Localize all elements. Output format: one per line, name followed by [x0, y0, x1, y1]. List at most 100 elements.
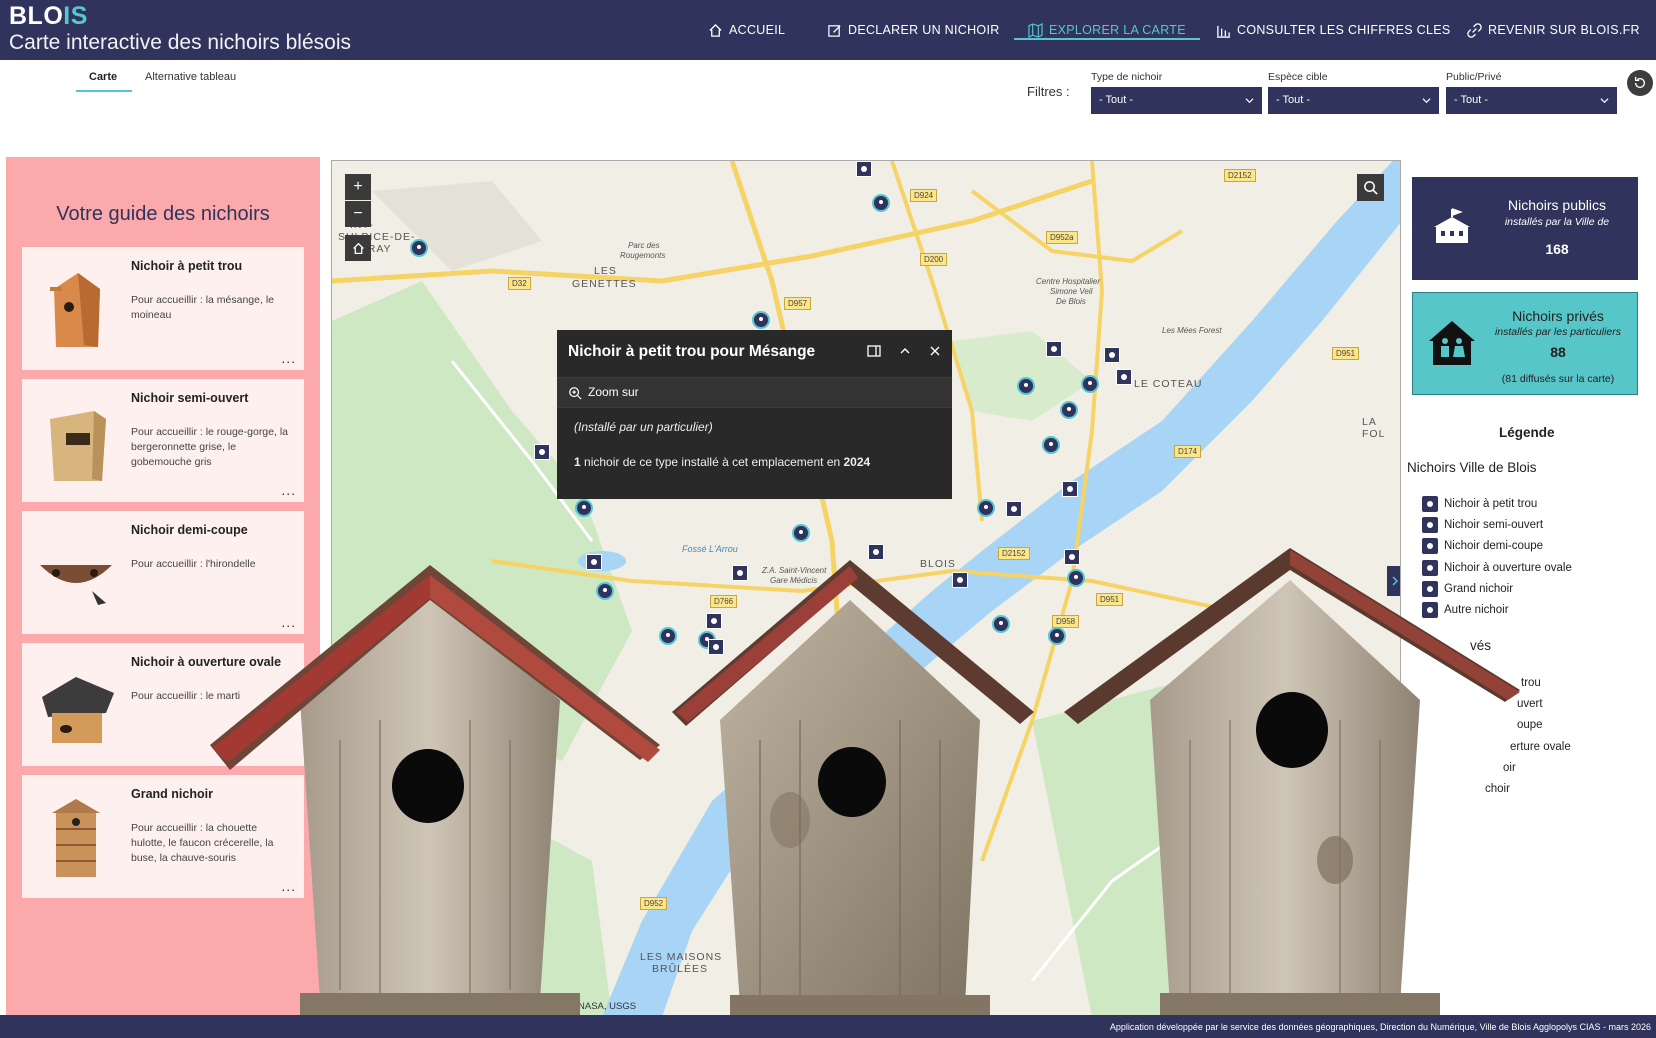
- road-tag: D952: [640, 897, 668, 910]
- tab-alternative-tableau[interactable]: Alternative tableau: [145, 71, 236, 83]
- map-marker[interactable]: [992, 615, 1010, 633]
- road-tag: D951: [1096, 593, 1124, 606]
- chevron-up-icon[interactable]: [897, 343, 913, 359]
- filter-public-select[interactable]: - Tout -: [1446, 87, 1617, 114]
- more-icon[interactable]: ...: [281, 614, 296, 630]
- nav-declarer[interactable]: DECLARER UN NICHOIR: [827, 0, 1000, 60]
- map-marker[interactable]: [1104, 347, 1120, 363]
- map-marker[interactable]: [1081, 375, 1099, 393]
- filters-label: Filtres :: [1027, 84, 1070, 99]
- guide-card[interactable]: Nichoir à petit trou Pour accueillir : l…: [22, 247, 304, 370]
- search-icon: [1364, 181, 1378, 195]
- close-icon[interactable]: [927, 343, 943, 359]
- card-title: Nichoir semi-ouvert: [131, 391, 249, 405]
- place-label: De Blois: [1056, 297, 1086, 306]
- place-label: Z.A. Saint-Vincent: [762, 566, 827, 575]
- map-marker[interactable]: [708, 639, 724, 655]
- nav-label: EXPLORER LA CARTE: [1049, 23, 1186, 37]
- legend-item: erture ovale: [1510, 741, 1571, 753]
- legend-marker-icon: [1422, 602, 1438, 618]
- map-marker[interactable]: [1046, 341, 1062, 357]
- footer-bar: Application développée par le service de…: [0, 1015, 1656, 1038]
- more-icon[interactable]: ...: [281, 482, 296, 498]
- map-marker[interactable]: [856, 161, 872, 177]
- map-marker[interactable]: [732, 565, 748, 581]
- map-marker[interactable]: [1067, 569, 1085, 587]
- legend-item: uvert: [1517, 698, 1543, 710]
- map-marker[interactable]: [596, 582, 614, 600]
- guide-card[interactable]: Nichoir semi-ouvert Pour accueillir : le…: [22, 379, 304, 502]
- map-marker[interactable]: [977, 499, 995, 517]
- popup-installed-by: (Installé par un particulier): [574, 420, 713, 434]
- map-marker[interactable]: [575, 499, 593, 517]
- nav-blois-fr[interactable]: REVENIR SUR BLOIS.FR: [1467, 0, 1640, 60]
- nav-accueil[interactable]: ACCUEIL: [708, 0, 785, 60]
- card-title: Grand nichoir: [131, 787, 213, 801]
- map-marker[interactable]: [752, 311, 770, 329]
- legend-marker-icon: [1422, 581, 1438, 597]
- road-tag: D2152: [1224, 169, 1256, 182]
- legend-item: oir: [1503, 762, 1516, 774]
- place-label: Centre Hospitalier: [1036, 277, 1101, 286]
- map-marker[interactable]: [1048, 627, 1066, 645]
- birdhouse-small-hole-image: [50, 273, 100, 347]
- nav-explorer[interactable]: EXPLORER LA CARTE: [1014, 0, 1200, 60]
- filter-espece-select[interactable]: - Tout -: [1268, 87, 1439, 114]
- map-marker[interactable]: [1006, 501, 1022, 517]
- map-basemap: [332, 161, 1400, 1015]
- blois-logo[interactable]: BLOIS: [9, 2, 88, 31]
- more-icon[interactable]: ...: [281, 350, 296, 366]
- place-label: Fossé L'Arrou: [682, 544, 738, 554]
- private-count: 88: [1550, 344, 1566, 360]
- filter-type-select[interactable]: - Tout -: [1091, 87, 1262, 114]
- card-description: Pour accueillir : l'hirondelle: [131, 558, 256, 570]
- chevron-right-icon: [1391, 576, 1398, 586]
- legend-group-public: Nichoirs Ville de Blois: [1407, 460, 1537, 475]
- map-marker[interactable]: [659, 627, 677, 645]
- nav-label: CONSULTER LES CHIFFRES CLES: [1237, 23, 1451, 37]
- legend-item: Autre nichoir: [1422, 602, 1509, 618]
- reset-filters-button[interactable]: [1627, 70, 1653, 96]
- legend-item: trou: [1521, 677, 1541, 689]
- road-tag: D951: [1332, 347, 1360, 360]
- legend-marker-icon: [1422, 560, 1438, 576]
- legend-marker-icon: [1422, 496, 1438, 512]
- map-marker[interactable]: [1060, 401, 1078, 419]
- guide-card[interactable]: Nichoir à ouverture ovale Pour accueilli…: [22, 643, 304, 766]
- more-icon[interactable]: ...: [281, 878, 296, 894]
- refresh-icon: [1634, 76, 1646, 89]
- map-marker[interactable]: [1116, 369, 1132, 385]
- map-search-button[interactable]: [1357, 174, 1384, 201]
- map-marker[interactable]: [1042, 436, 1060, 454]
- expand-panel-button[interactable]: [1387, 566, 1400, 596]
- map-marker[interactable]: [952, 572, 968, 588]
- map-marker[interactable]: [410, 239, 428, 257]
- map-marker[interactable]: [586, 554, 602, 570]
- guide-card[interactable]: Nichoir demi-coupe Pour accueillir : l'h…: [22, 511, 304, 634]
- dock-icon[interactable]: [866, 343, 882, 359]
- guide-card[interactable]: Grand nichoir Pour accueillir : la choue…: [22, 775, 304, 898]
- legend-item: Nichoir à petit trou: [1422, 496, 1537, 512]
- place-label: BRÛLÉES: [652, 963, 709, 975]
- interactive-map[interactable]: INT- SULPICE-DE- MERAY LES GENETTES LE C…: [331, 160, 1401, 1016]
- legend-item: choir: [1485, 783, 1510, 795]
- card-description: Pour accueillir : la mésange, le moineau: [131, 294, 274, 321]
- zoom-out-button[interactable]: −: [345, 201, 371, 227]
- map-marker[interactable]: [1064, 549, 1080, 565]
- road-tag: D32: [508, 277, 531, 290]
- map-marker[interactable]: [1062, 481, 1078, 497]
- zoom-label: Zoom sur: [588, 385, 639, 399]
- tab-carte[interactable]: Carte: [89, 71, 117, 83]
- map-marker[interactable]: [706, 613, 722, 629]
- map-marker[interactable]: [872, 194, 890, 212]
- place-label: GENETTES: [572, 278, 637, 290]
- map-marker[interactable]: [534, 444, 550, 460]
- zoom-to-button[interactable]: Zoom sur: [557, 377, 952, 408]
- home-extent-button[interactable]: [345, 235, 371, 261]
- birdhouse-large-image: [52, 799, 100, 877]
- map-marker[interactable]: [1017, 377, 1035, 395]
- zoom-in-button[interactable]: +: [345, 174, 371, 200]
- nav-chiffres[interactable]: CONSULTER LES CHIFFRES CLES: [1216, 0, 1450, 60]
- map-marker[interactable]: [868, 544, 884, 560]
- map-marker[interactable]: [792, 524, 810, 542]
